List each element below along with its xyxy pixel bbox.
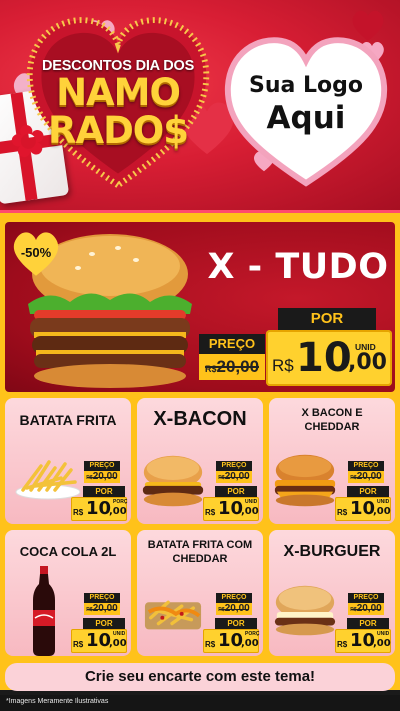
product-name: X-BURGUER xyxy=(283,543,381,560)
logo-text-line1: Sua Logo xyxy=(248,73,363,98)
new-price-label: POR xyxy=(83,486,125,497)
discount-badge: -50% xyxy=(20,245,52,260)
new-price-label: POR xyxy=(83,618,125,629)
product-card[interactable]: X BACON E CHEDDAR PREÇOR$20,00 PORR$10UNID… xyxy=(269,398,395,524)
product-name: X-BACON xyxy=(153,408,247,430)
fries-image xyxy=(143,588,203,637)
cta-banner[interactable]: Crie seu encarte com este tema! xyxy=(5,663,395,691)
new-price: R$ 10 UNID ,00 xyxy=(71,629,127,653)
product-card[interactable]: BATATA FRITA COM CHEDDAR PREÇOR$20,00 PORR… xyxy=(137,530,263,656)
burger-image xyxy=(139,452,207,513)
new-price-label: POR xyxy=(215,486,257,497)
product-card[interactable]: X-BURGUER PREÇOR$20,00 PORR$10UNID,00 xyxy=(269,530,395,656)
old-price-label: PREÇO xyxy=(216,461,252,471)
old-price: R$20,00 xyxy=(84,603,120,615)
new-price-label: POR xyxy=(347,618,389,629)
new-price-label: POR xyxy=(215,618,257,629)
burger-image xyxy=(271,582,339,643)
old-price: R$20,00 xyxy=(216,471,252,483)
old-price: R$20,00 xyxy=(348,603,384,615)
badge-title-line1: NAMO xyxy=(56,71,181,114)
old-price: R$20,00 xyxy=(84,471,120,483)
new-price: R$ 10 UNID ,00 xyxy=(335,497,391,521)
product-card[interactable]: X-BACON PREÇOR$20,00 PORR$10UNID,00 xyxy=(137,398,263,524)
old-price-label: PREÇO xyxy=(84,593,120,603)
badge-title-line2: RADO$ xyxy=(47,109,189,152)
old-price-label: PREÇO xyxy=(199,334,265,354)
featured-product-name: X - TUDO xyxy=(207,247,389,287)
new-price: R$ 10 UNID ,00 xyxy=(335,629,391,653)
old-price: R$20,00 xyxy=(199,354,265,380)
old-price-label: PREÇO xyxy=(216,593,252,603)
product-card[interactable]: BATATA FRITA PREÇOR$20,00 PORR$10PORÇ,00 xyxy=(5,398,131,524)
product-name: X BACON E CHEDDAR xyxy=(301,407,363,433)
new-price-label: POR xyxy=(278,308,376,330)
logo-text-line2: Aqui xyxy=(266,100,346,136)
disclaimer-text: *Imagens Meramente Ilustrativas xyxy=(6,698,109,705)
new-price: R$ 10 UNID ,00 xyxy=(203,497,259,521)
new-price: R$ 10 UNID ,00 xyxy=(266,330,392,386)
soda-bottle-image xyxy=(31,566,57,656)
new-price-label: POR xyxy=(347,486,389,497)
new-price: R$ 10 PORÇ ,00 xyxy=(203,629,260,653)
flyer-page: ✿ DESCONTOS DIA DOS NAMO RADO$ Sua Logo … xyxy=(0,0,400,711)
product-card[interactable]: COCA COLA 2L PREÇOR$20,00 PORR$10UNID,00 xyxy=(5,530,131,656)
burger-image xyxy=(271,452,339,513)
new-price: R$ 10 PORÇ ,00 xyxy=(71,497,128,521)
footer-bar: *Imagens Meramente Ilustrativas xyxy=(0,695,400,711)
old-price-label: PREÇO xyxy=(348,593,384,603)
old-price-label: PREÇO xyxy=(348,461,384,471)
promo-badge: DESCONTOS DIA DOS NAMO RADO$ xyxy=(20,58,216,150)
product-name: COCA COLA 2L xyxy=(19,544,117,559)
product-name: BATATA FRITA COM CHEDDAR xyxy=(147,539,253,565)
old-price-label: PREÇO xyxy=(84,461,120,471)
old-price: R$20,00 xyxy=(348,471,384,483)
old-price: R$20,00 xyxy=(216,603,252,615)
product-name: BATATA FRITA xyxy=(19,412,117,428)
logo-placeholder[interactable]: Sua Logo Aqui xyxy=(222,72,390,136)
